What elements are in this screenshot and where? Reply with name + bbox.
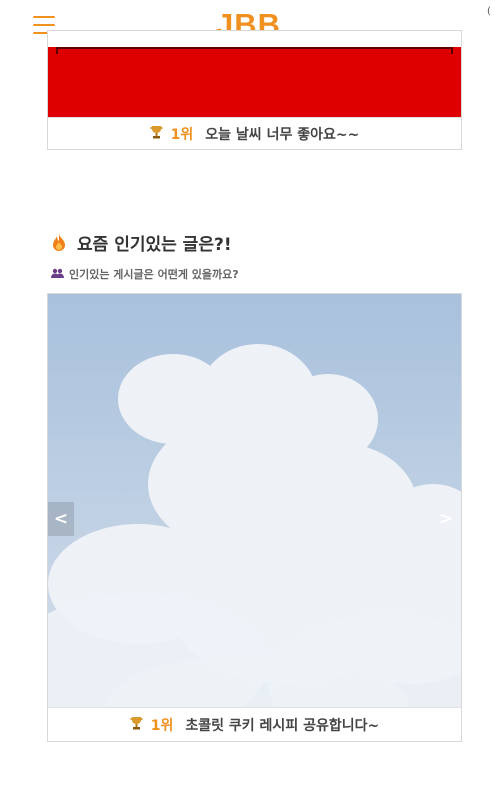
popular-carousel[interactable]: < > 1위 초콜릿 쿠키 레시피 공유합니다~ <box>47 293 462 742</box>
carousel-post-title: 초콜릿 쿠키 레시피 공유합니다~ <box>185 717 380 734</box>
post-caption[interactable]: 1위 오늘 날씨 너무 좋아요~~ <box>48 117 461 149</box>
corner-mark: ( <box>487 6 491 17</box>
rank-label: 1위 <box>170 126 194 143</box>
carousel-image: < > <box>48 294 461 709</box>
carousel-next-button[interactable]: > <box>433 502 459 536</box>
post-title: 오늘 날씨 너무 좋아요~~ <box>205 126 360 143</box>
rank-label: 1위 <box>150 717 174 734</box>
section-subtitle: 인기있는 게시글은 어떤게 있을까요? <box>51 266 239 282</box>
carousel-prev-button[interactable]: < <box>48 502 74 536</box>
post-banner-image <box>48 47 461 117</box>
trophy-icon <box>150 125 163 143</box>
top-post-card[interactable]: 1위 오늘 날씨 너무 좋아요~~ <box>47 30 462 150</box>
section-subtitle-text: 인기있는 게시글은 어떤게 있을까요? <box>69 268 239 281</box>
carousel-caption[interactable]: 1위 초콜릿 쿠키 레시피 공유합니다~ <box>48 707 461 741</box>
section-title: 요즘 인기있는 글은?! <box>51 230 232 255</box>
section-title-text: 요즘 인기있는 글은?! <box>77 235 232 255</box>
trophy-icon <box>130 716 143 734</box>
people-icon <box>51 268 64 281</box>
flame-icon <box>51 233 67 252</box>
